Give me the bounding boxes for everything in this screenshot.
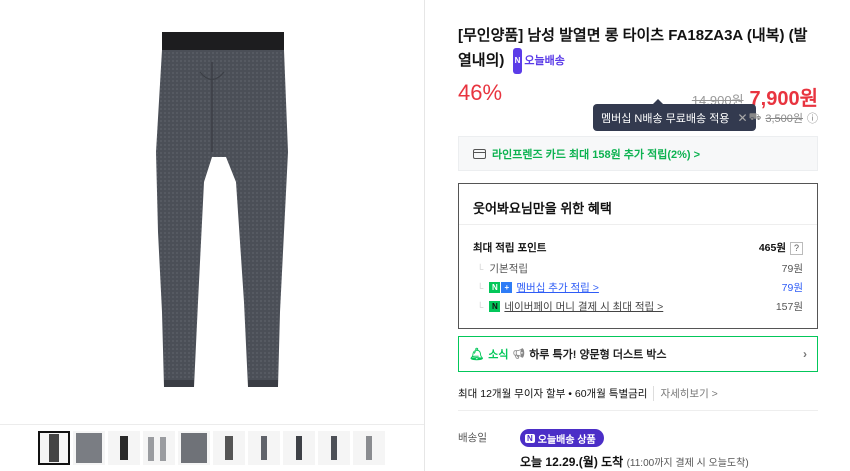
max-points-label: 최대 적립 포인트 [473, 242, 547, 254]
max-points-row: 최대 적립 포인트 465원? [473, 240, 803, 255]
product-gallery [0, 0, 425, 471]
n-delivery-icon: N [525, 433, 535, 443]
basic-points-row: 기본적립 79원 [473, 261, 803, 276]
news-banner[interactable]: 🔔︎ 소식 📢︎ 하루 특가! 양문형 더스트 박스 › [458, 336, 818, 372]
bell-icon: 🔔︎ [469, 347, 485, 361]
news-text: 하루 특가! 양문형 더스트 박스 [529, 349, 667, 361]
credit-card-icon [473, 148, 486, 159]
truck-icon: ⛟ [748, 111, 762, 123]
product-title-text: [무인양품] 남성 발열면 롱 타이츠 FA18ZA3A (내복) (발열내의) [458, 27, 808, 69]
long-tights-image [156, 32, 288, 387]
naverpay-points-link[interactable]: 네이버페이 머니 결제 시 최대 적립 > [504, 299, 663, 314]
shipping-fee: ⛟ 3,500원 ⓘ [749, 110, 818, 126]
naverpay-points-row: N 네이버페이 머니 결제 시 최대 적립 > 157원 [473, 299, 803, 314]
naver-pay-icon: N [489, 301, 501, 312]
naverpay-points-value: 157원 [775, 301, 803, 313]
installment-text: 최대 12개월 무이자 할부 • 60개월 특별금리 [458, 388, 648, 400]
membership-shipping-tooltip: 멤버십 N배송 무료배송 적용 ✕ [593, 99, 756, 131]
delivery-date-text: 오늘 12.29.(월) 도착 [520, 455, 624, 469]
thumbnail-4[interactable] [143, 431, 175, 465]
thumbnail-9[interactable] [318, 431, 350, 465]
thumbnail-strip [0, 424, 424, 471]
membership-points-label-wrap: N+ 멤버십 추가 적립 > [477, 280, 599, 295]
basic-points-label: 기본적립 [477, 261, 528, 276]
benefit-title: 웃어봐요님만을 위한 혜택 [473, 201, 612, 216]
delivery-date: 오늘 12.29.(월) 도착 (11:00까지 결제 시 오늘도착) [520, 453, 749, 470]
thumbnail-5[interactable] [178, 431, 210, 465]
shipping-fee-amount: 3,500원 [765, 113, 803, 125]
thumbnail-7[interactable] [248, 431, 280, 465]
sale-price: 7,900원 [749, 88, 818, 110]
naver-plus-icon: N+ [489, 282, 513, 293]
thumbnail-3[interactable] [108, 431, 140, 465]
help-icon[interactable]: ? [790, 242, 803, 255]
thumbnail-2[interactable] [73, 431, 105, 465]
today-delivery-product-badge: N 오늘배송 상품 [520, 429, 604, 447]
product-title: [무인양품] 남성 발열면 롱 타이츠 FA18ZA3A (내복) (발열내의)… [458, 24, 818, 74]
divider [458, 410, 818, 411]
basic-points-value: 79원 [781, 263, 803, 275]
tooltip-text: 멤버십 N배송 무료배송 적용 [601, 112, 730, 125]
membership-points-value: 79원 [781, 282, 803, 294]
product-main-image[interactable] [0, 0, 424, 424]
n-delivery-icon: N [512, 48, 523, 74]
today-delivery-label: 오늘배송 [524, 55, 565, 67]
thumbnail-6[interactable] [213, 431, 245, 465]
thumbnail-8[interactable] [283, 431, 315, 465]
max-points-value-wrap: 465원? [759, 240, 803, 255]
card-promo-banner[interactable]: 라인프렌즈 카드 최대 158원 추가 적립(2%) > [458, 136, 818, 171]
thumbnail-10[interactable] [353, 431, 385, 465]
naverpay-points-label-wrap: N 네이버페이 머니 결제 시 최대 적립 > [477, 299, 663, 314]
installment-info: 최대 12개월 무이자 할부 • 60개월 특별금리 자세히보기 > [458, 386, 718, 401]
delivery-note: (11:00까지 결제 시 오늘도착) [626, 458, 749, 469]
installment-more-link[interactable]: 자세히보기 > [653, 386, 718, 401]
news-label: 소식 [488, 349, 509, 361]
discount-rate: 46% [458, 80, 503, 105]
close-icon[interactable]: ✕ [737, 111, 747, 125]
card-promo-text: 라인프렌즈 카드 최대 158원 추가 적립(2%) > [492, 148, 701, 161]
divider [459, 224, 817, 225]
membership-points-row: N+ 멤버십 추가 적립 > 79원 [473, 280, 803, 295]
benefit-box: 웃어봐요님만을 위한 혜택 최대 적립 포인트 465원? 기본적립 79원 N… [458, 183, 818, 329]
info-icon[interactable]: ⓘ [807, 110, 818, 126]
today-delivery-badge: N 오늘배송 [512, 48, 565, 74]
max-points-value: 465원 [758, 242, 786, 254]
chevron-right-icon: › [803, 347, 807, 361]
delivery-badge-text: 오늘배송 상품 [537, 434, 596, 446]
megaphone-icon: 📢︎ [512, 348, 526, 360]
membership-points-link[interactable]: 멤버십 추가 적립 > [516, 280, 599, 295]
delivery-label: 배송일 [458, 432, 487, 444]
thumbnail-1[interactable] [38, 431, 70, 465]
